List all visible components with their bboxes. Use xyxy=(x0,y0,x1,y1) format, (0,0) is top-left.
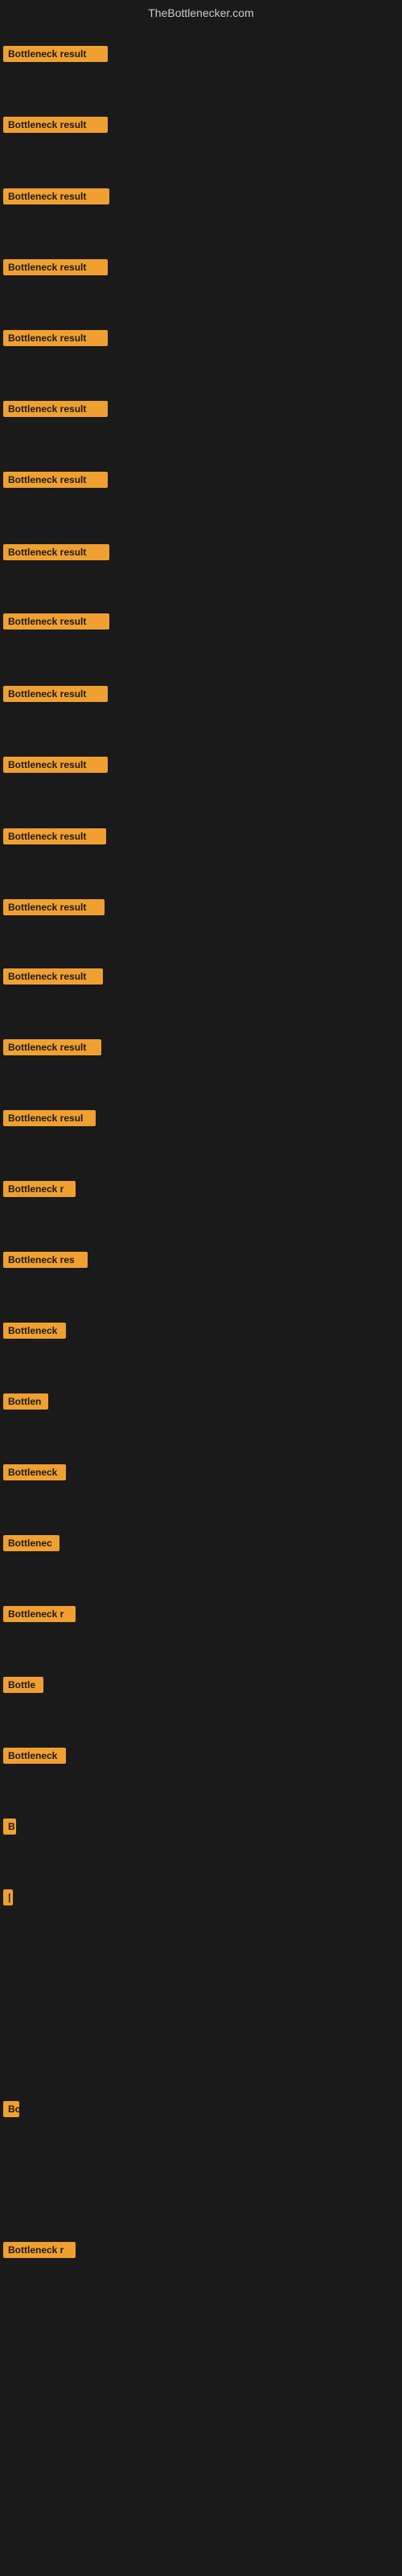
bottleneck-result-label: Bottleneck result xyxy=(3,899,105,915)
bottleneck-result-label: Bottleneck res xyxy=(3,1252,88,1268)
bottleneck-result-label: B xyxy=(3,1818,16,1835)
site-title: TheBottlenecker.com xyxy=(148,6,254,19)
bottleneck-result-label: | xyxy=(3,1889,13,1905)
bottleneck-result-label: Bottleneck result xyxy=(3,757,108,773)
bottleneck-result-label: Bottleneck result xyxy=(3,401,108,417)
bottleneck-result-label: Bottleneck result xyxy=(3,472,108,488)
bottleneck-result-label: Bottleneck result xyxy=(3,1039,101,1055)
bottleneck-result-label: Bottleneck xyxy=(3,1748,66,1764)
bottleneck-result-label: Bottleneck result xyxy=(3,259,108,275)
bottleneck-result-label: Bottleneck r xyxy=(3,2242,76,2258)
bottleneck-result-label: Bottleneck r xyxy=(3,1606,76,1622)
bottleneck-result-label: Bottleneck result xyxy=(3,544,109,560)
bottleneck-result-label: Bottleneck result xyxy=(3,686,108,702)
bottleneck-result-label: Bottleneck resul xyxy=(3,1110,96,1126)
bottleneck-result-label: Bottleneck result xyxy=(3,613,109,630)
bottleneck-result-label: Bottleneck result xyxy=(3,968,103,985)
bottleneck-result-label: Bo xyxy=(3,2101,19,2117)
bottleneck-result-label: Bottlen xyxy=(3,1393,48,1410)
bottleneck-result-label: Bottleneck xyxy=(3,1323,66,1339)
bottleneck-result-label: Bottleneck result xyxy=(3,117,108,133)
bottleneck-result-label: Bottleneck result xyxy=(3,188,109,204)
bottleneck-result-label: Bottleneck result xyxy=(3,828,106,844)
bottleneck-result-label: Bottlenec xyxy=(3,1535,59,1551)
bottleneck-result-label: Bottleneck result xyxy=(3,330,108,346)
bottleneck-result-label: Bottle xyxy=(3,1677,43,1693)
bottleneck-result-label: Bottleneck xyxy=(3,1464,66,1480)
bottleneck-result-label: Bottleneck r xyxy=(3,1181,76,1197)
bottleneck-result-label: Bottleneck result xyxy=(3,46,108,62)
